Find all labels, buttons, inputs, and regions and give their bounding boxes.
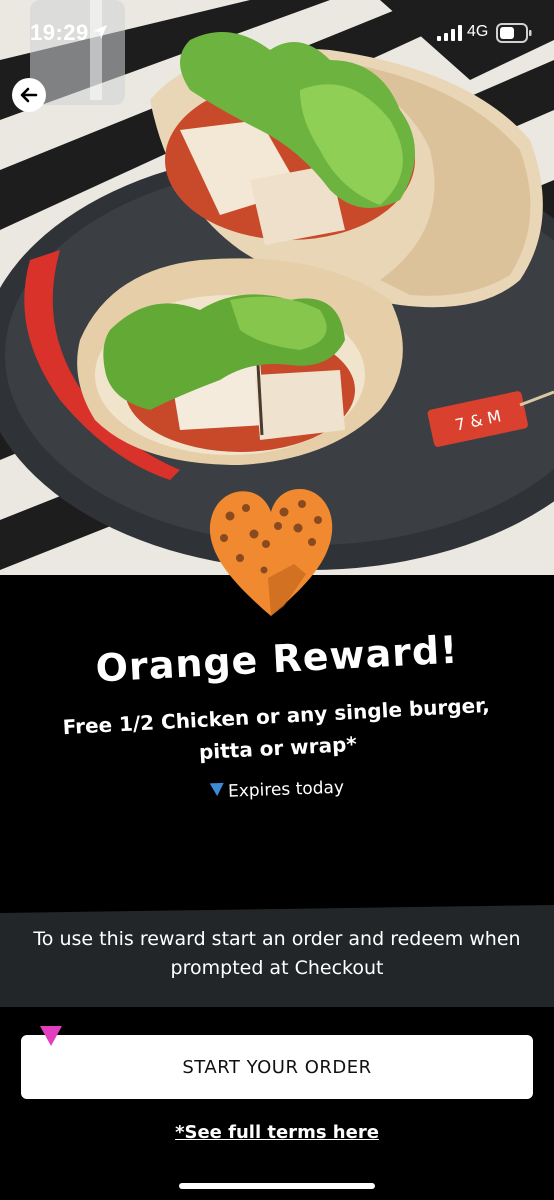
expiry-marker-icon bbox=[209, 782, 225, 797]
expiry-label: Expires today bbox=[227, 777, 345, 802]
reward-screen: 7 & M 19:29 4G Orange Reward! Free 1/2 C… bbox=[0, 0, 554, 1200]
network-label: 4G bbox=[467, 23, 489, 40]
expiry-status: Expires today bbox=[0, 770, 554, 809]
reward-title: Orange Reward! bbox=[94, 627, 460, 691]
orange-heart-icon bbox=[209, 488, 333, 616]
reward-description: Free 1/2 Chicken or any single burger, p… bbox=[62, 692, 491, 765]
signal-bars-icon bbox=[437, 25, 462, 41]
status-time: 19:29 bbox=[30, 20, 89, 45]
info-text: To use this reward start an order and re… bbox=[33, 928, 521, 979]
back-arrow-icon bbox=[20, 87, 38, 103]
terms-link[interactable]: *See full terms here bbox=[0, 1122, 554, 1143]
location-arrow-icon bbox=[93, 25, 107, 39]
start-order-button[interactable]: START YOUR ORDER bbox=[21, 1035, 533, 1099]
home-indicator[interactable] bbox=[179, 1183, 375, 1189]
status-bar: 19:29 4G bbox=[0, 0, 554, 66]
battery-icon bbox=[496, 23, 532, 43]
pink-marker-icon bbox=[40, 1026, 62, 1046]
back-button[interactable] bbox=[12, 78, 46, 112]
